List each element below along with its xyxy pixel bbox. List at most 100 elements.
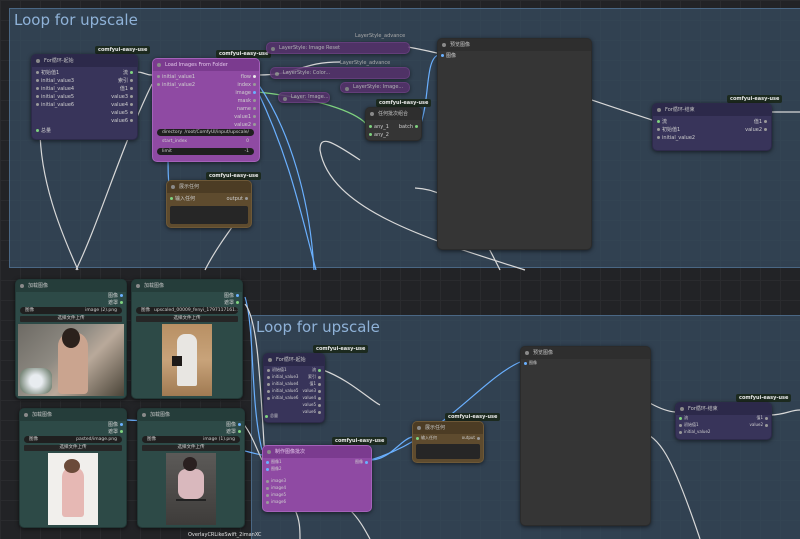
output-pin[interactable]: index — [237, 82, 256, 88]
image-file-select[interactable]: 图像 pasted/image.png — [24, 436, 122, 443]
input-pin[interactable]: initial_value6 — [36, 102, 74, 108]
load-image-node[interactable]: 加载图像 图像 遮罩 图像 image (1).png 选择文件上传 — [137, 408, 245, 528]
directory-widget[interactable]: directory/root/ComfyUI/input/upscale/ — [157, 129, 254, 136]
output-pin[interactable]: 流 — [123, 70, 133, 76]
input-pin[interactable]: initial_value5 — [267, 388, 298, 394]
input-pin[interactable]: initial_value5 — [36, 94, 74, 100]
input-pin[interactable]: initial_value1 — [157, 74, 195, 80]
output-pin[interactable]: 流 — [312, 367, 321, 373]
output-pin[interactable]: output — [462, 435, 480, 441]
output-pin[interactable]: value2 — [234, 122, 256, 128]
preview-image-node[interactable]: 预览图像 图像 — [520, 346, 651, 526]
output-pin[interactable]: 索引 — [118, 78, 133, 84]
output-pin[interactable]: name — [237, 106, 256, 112]
layerstyle-image-reset-node[interactable]: LayerStyle: Image Reset — [266, 42, 410, 54]
output-pin[interactable]: 遮罩 — [108, 300, 123, 306]
show-any-text[interactable] — [170, 206, 248, 224]
input-pin[interactable]: any_1 — [369, 124, 389, 130]
input-pin[interactable]: 流 — [657, 119, 667, 125]
input-pin[interactable]: 图像2 — [266, 466, 282, 472]
input-pin-total[interactable]: 总量 — [36, 128, 51, 134]
output-pin[interactable]: 图像 — [224, 293, 239, 299]
output-pin[interactable]: output — [227, 196, 248, 202]
layerstyle-color-node[interactable]: LayerStyle: Color... — [270, 67, 410, 79]
input-pin[interactable]: 图像 — [524, 360, 537, 366]
output-pin[interactable]: 遮罩 — [226, 429, 241, 435]
start-index-widget[interactable]: start_index 0 — [157, 138, 254, 145]
output-pin[interactable]: 图像 — [108, 293, 123, 299]
input-pin[interactable]: 初始值1 — [657, 127, 680, 133]
output-pin[interactable]: 图像 — [108, 422, 123, 428]
output-pin[interactable]: value6 — [303, 409, 321, 415]
input-pin[interactable]: initial_value4 — [267, 381, 298, 387]
for-loop-end-node[interactable]: For循环-结束 流 初始值1 initial_value2 值1 value2 — [652, 103, 772, 151]
output-pin[interactable]: value4 — [111, 102, 133, 108]
for-loop-start-node[interactable]: For循环-起始 初始值1 initial_value3 initial_val… — [31, 54, 138, 140]
load-image-node[interactable]: 加载图像 图像 遮罩 图像 pasted/image.png 选择文件上传 — [19, 408, 127, 528]
output-pin[interactable]: mask — [238, 98, 256, 104]
image-file-select[interactable]: 图像 upscaled_00009_fenyi_1797117161... — [136, 307, 238, 314]
show-any-node[interactable]: 展示任何 输入任何 output — [412, 421, 484, 463]
input-pin[interactable]: 初始值1 — [267, 367, 287, 373]
output-pin[interactable]: value2 — [745, 127, 767, 133]
input-pin[interactable]: initial_value6 — [267, 395, 298, 401]
output-pin[interactable]: value1 — [234, 114, 256, 120]
input-pin[interactable]: 初始值1 — [679, 422, 699, 428]
output-pin[interactable]: 索引 — [308, 374, 321, 380]
layerstyle-image-node[interactable]: LayerStyle: Image... — [340, 82, 410, 93]
show-any-text[interactable] — [416, 444, 480, 459]
upload-button[interactable]: 选择文件上传 — [24, 445, 122, 451]
input-pin[interactable]: image6 — [266, 499, 286, 505]
input-pin[interactable]: 初始值1 — [36, 70, 59, 76]
image-file-select[interactable]: 图像 image (1).png — [142, 436, 240, 443]
input-pin[interactable]: image4 — [266, 485, 286, 491]
input-pin[interactable]: image3 — [266, 478, 286, 484]
load-images-from-folder-node[interactable]: Load Images From Folder initial_value1 i… — [152, 58, 260, 162]
output-pin[interactable]: value5 — [303, 402, 321, 408]
input-pin[interactable]: initial_value2 — [679, 429, 710, 435]
upload-button[interactable]: 选择文件上传 — [136, 316, 238, 322]
output-pin[interactable]: image — [235, 90, 256, 96]
input-pin[interactable]: 输入任何 — [170, 196, 195, 202]
make-image-batch-node[interactable]: 制作图像批次 图像1 图像2 image3 image4 image5 imag… — [262, 445, 372, 512]
load-image-node[interactable]: 加载图像 图像 遮罩 图像 image (2).png 选择文件上传 — [15, 279, 127, 399]
output-pin[interactable]: value6 — [111, 118, 133, 124]
input-pin[interactable]: any_2 — [369, 132, 389, 138]
output-pin[interactable]: 值1 — [756, 415, 768, 421]
input-pin[interactable]: 流 — [679, 415, 688, 421]
output-pin[interactable]: 值1 — [120, 86, 133, 92]
input-pin[interactable]: initial_value4 — [36, 86, 74, 92]
show-any-node[interactable]: 展示任何 输入任何 output — [166, 180, 252, 228]
output-pin[interactable]: batch — [399, 124, 418, 130]
output-pin[interactable]: flow — [241, 74, 256, 80]
input-pin[interactable]: 图像 — [441, 53, 456, 59]
layer-image-small-node[interactable]: Layer: Image... — [278, 92, 330, 103]
output-pin[interactable]: value3 — [303, 388, 321, 394]
load-image-node[interactable]: 加载图像 图像 遮罩 图像 upscaled_00009_fenyi_179711… — [131, 279, 243, 399]
output-pin[interactable]: 遮罩 — [108, 429, 123, 435]
for-loop-end-node[interactable]: For循环-结束 流 初始值1 initial_value2 值1 value2 — [675, 402, 772, 440]
any-batch-combine-node[interactable]: 任何批次组合 any_1 any_2 batch — [365, 107, 422, 141]
upload-button[interactable]: 选择文件上传 — [20, 316, 122, 322]
output-pin[interactable]: value5 — [111, 110, 133, 116]
preview-image-node[interactable]: 预览图像 图像 — [437, 38, 592, 250]
input-pin[interactable]: 输入任何 — [416, 435, 437, 441]
input-pin[interactable]: initial_value3 — [36, 78, 74, 84]
output-pin[interactable]: 值1 — [754, 119, 767, 125]
node-graph-canvas[interactable]: Loop for upscale Loop for upscale comfyu… — [0, 0, 800, 539]
output-pin[interactable]: value3 — [111, 94, 133, 100]
input-pin[interactable]: initial_value2 — [657, 135, 695, 141]
output-pin[interactable]: 图像 — [226, 422, 241, 428]
output-pin[interactable]: value2 — [750, 422, 768, 428]
output-pin[interactable]: 遮罩 — [224, 300, 239, 306]
input-pin[interactable]: image5 — [266, 492, 286, 498]
image-file-select[interactable]: 图像 image (2).png — [20, 307, 122, 314]
output-pin[interactable]: value4 — [303, 395, 321, 401]
output-pin[interactable]: 值1 — [309, 381, 321, 387]
input-pin[interactable]: initial_value3 — [267, 374, 298, 380]
limit-widget[interactable]: limit -1 — [157, 148, 254, 155]
input-pin[interactable]: initial_value2 — [157, 82, 195, 88]
upload-button[interactable]: 选择文件上传 — [142, 445, 240, 451]
output-pin[interactable]: 图像 — [355, 459, 368, 465]
input-pin-total[interactable]: 总量 — [265, 413, 278, 419]
